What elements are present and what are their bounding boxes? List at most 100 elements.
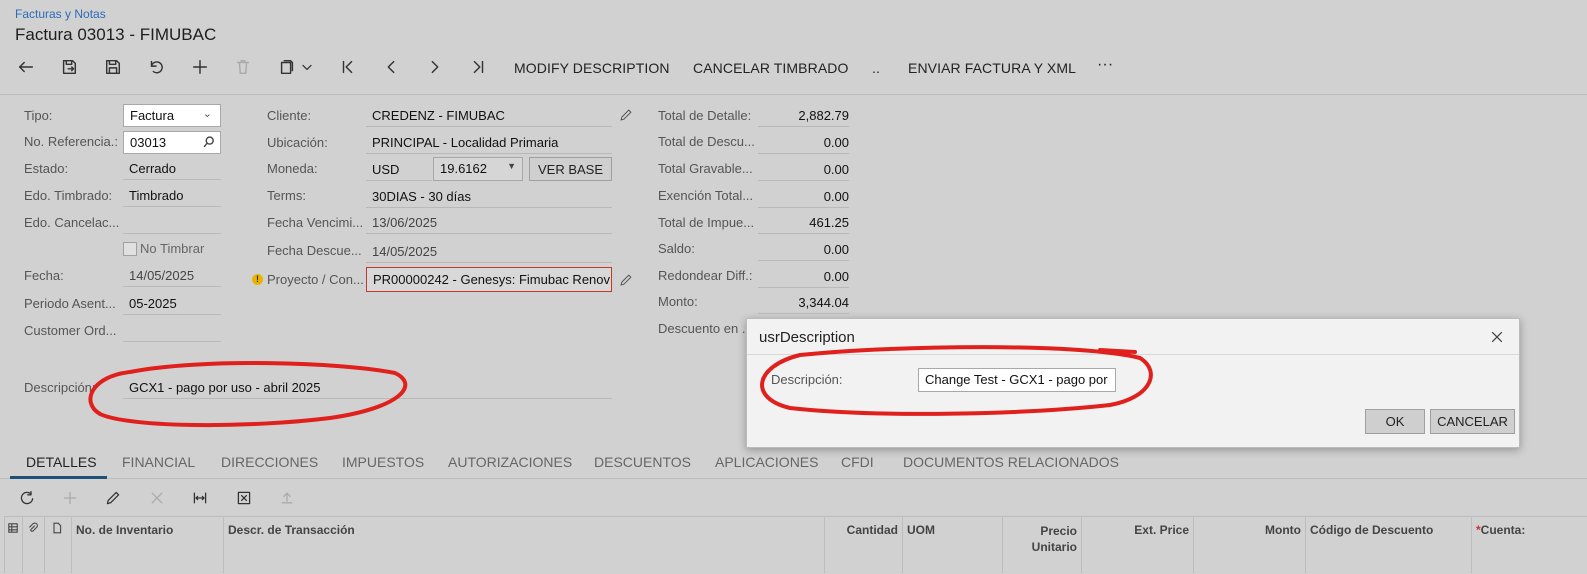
terms-label: Terms:	[267, 188, 306, 203]
saldo-label: Saldo:	[658, 241, 695, 256]
saldo-value: 0.00	[758, 242, 849, 261]
redondear-label: Redondear Diff.:	[658, 268, 753, 283]
save-close-icon[interactable]	[58, 56, 80, 78]
add-row-icon[interactable]	[59, 487, 81, 509]
edit-row-icon[interactable]	[102, 487, 124, 509]
dialog-title: usrDescription	[759, 329, 855, 346]
column-header-ext-price[interactable]: Ext. Price	[1081, 516, 1193, 573]
back-icon[interactable]	[15, 56, 37, 78]
column-header-descripcion[interactable]: Descr. de Transacción	[223, 516, 824, 573]
column-header-codigo-descuento[interactable]: Código de Descuento	[1305, 516, 1471, 573]
customer-order-value	[123, 323, 221, 342]
tab-direcciones[interactable]: DIRECCIONES	[221, 454, 318, 470]
redondear-value: 0.00	[758, 269, 849, 288]
no-timbrar-checkbox[interactable]	[123, 242, 137, 256]
upload-icon[interactable]	[276, 487, 298, 509]
first-record-icon[interactable]	[337, 56, 359, 78]
fecha-descuento-label: Fecha Descue...	[267, 243, 362, 258]
referencia-input[interactable]: 03013	[123, 131, 221, 154]
timbrado-value: Timbrado	[123, 188, 221, 207]
timbrado-label: Edo. Timbrado:	[24, 188, 113, 203]
column-header-uom[interactable]: UOM	[902, 516, 1002, 573]
description-dialog: usrDescription * Descripción: Change Tes…	[746, 318, 1520, 448]
fecha-label: Fecha:	[24, 268, 64, 283]
close-icon[interactable]	[1489, 329, 1509, 349]
delete-row-icon[interactable]	[146, 487, 168, 509]
tab-descuentos[interactable]: DESCUENTOS	[594, 454, 691, 470]
fecha-value: 14/05/2025	[123, 268, 221, 287]
column-header-precio-unitario[interactable]: Precio Unitario	[1002, 516, 1081, 573]
attachment-icon[interactable]	[22, 516, 44, 573]
edit-cliente-pencil-icon[interactable]	[619, 108, 633, 125]
chevron-down-icon[interactable]	[299, 56, 315, 78]
total-detalle-value: 2,882.79	[758, 108, 849, 127]
warning-icon: !	[252, 274, 263, 285]
last-record-icon[interactable]	[467, 56, 489, 78]
add-icon[interactable]	[189, 56, 211, 78]
more-actions-dots-button[interactable]: ..	[872, 60, 880, 76]
total-gravable-label: Total Gravable...	[658, 161, 753, 176]
proyecto-input[interactable]: PR00000242 - Genesys: Fimubac Renov	[366, 267, 612, 292]
periodo-label: Periodo Asent...	[24, 296, 116, 311]
tab-aplicaciones[interactable]: APLICACIONES	[715, 454, 818, 470]
cancelar-timbrado-button[interactable]: CANCELAR TIMBRADO	[693, 60, 848, 76]
tab-documentos-relacionados[interactable]: DOCUMENTOS RELACIONADOS	[903, 454, 1119, 470]
refresh-icon[interactable]	[16, 487, 38, 509]
export-excel-icon[interactable]	[233, 487, 255, 509]
clipboard-icon[interactable]	[276, 56, 298, 78]
tipo-value: Factura	[130, 108, 175, 123]
active-tab-indicator	[10, 476, 107, 479]
chevron-down-icon: ⌄	[202, 108, 212, 120]
dialog-descripcion-input[interactable]: Change Test - GCX1 - pago por	[918, 368, 1116, 392]
notes-icon[interactable]	[44, 516, 71, 573]
descripcion-label: Descripción:	[24, 380, 96, 395]
breadcrumb[interactable]: Facturas y Notas	[15, 7, 106, 21]
dialog-field-label: Descripción:	[771, 372, 843, 387]
column-header-inventario[interactable]: No. de Inventario	[71, 516, 223, 573]
undo-icon[interactable]	[145, 56, 167, 78]
ubicacion-label: Ubicación:	[267, 135, 328, 150]
moneda-value: USD	[366, 162, 432, 181]
column-header-cantidad[interactable]: Cantidad	[824, 516, 902, 573]
referencia-label: No. Referencia.:	[24, 134, 118, 149]
ok-button[interactable]: OK	[1365, 409, 1425, 434]
periodo-value: 05-2025	[123, 296, 221, 315]
column-header-cuenta[interactable]: *Cuenta:	[1471, 516, 1587, 573]
total-gravable-value: 0.00	[758, 162, 849, 181]
no-timbrar-label: No Timbrar	[140, 241, 205, 256]
dropdown-arrow-icon: ▼	[507, 161, 516, 171]
tab-financial[interactable]: FINANCIAL	[122, 454, 195, 470]
delete-icon[interactable]	[232, 56, 254, 78]
save-icon[interactable]	[102, 56, 124, 78]
cancelacion-value	[123, 215, 221, 234]
monto-value: 3,344.04	[758, 295, 849, 314]
exencion-value: 0.00	[758, 189, 849, 208]
enviar-factura-button[interactable]: ENVIAR FACTURA Y XML	[908, 60, 1076, 76]
tasa-value: 19.6162	[440, 161, 487, 176]
more-menu-button[interactable]: ···	[1097, 56, 1113, 74]
previous-record-icon[interactable]	[380, 56, 402, 78]
column-header-monto[interactable]: Monto	[1193, 516, 1305, 573]
cancel-button[interactable]: CANCELAR	[1430, 409, 1515, 434]
search-icon[interactable]	[202, 135, 216, 152]
row-settings-icon[interactable]	[4, 516, 22, 573]
cuenta-label: Cuenta:	[1480, 523, 1526, 537]
customer-order-label: Customer Ord...	[24, 323, 117, 338]
next-record-icon[interactable]	[424, 56, 446, 78]
fit-columns-icon[interactable]	[189, 487, 211, 509]
total-descuento-label: Total de Descu...	[658, 134, 755, 149]
tipo-select[interactable]: Factura ⌄	[123, 104, 221, 127]
fecha-descuento-value: 14/05/2025	[366, 244, 612, 263]
tab-detalles[interactable]: DETALLES	[26, 454, 97, 470]
tasa-select[interactable]: 19.6162 ▼	[433, 157, 523, 181]
tabs-divider	[0, 478, 1587, 479]
edit-proyecto-pencil-icon[interactable]	[619, 273, 633, 290]
modify-description-button[interactable]: MODIFY DESCRIPTION	[514, 60, 670, 76]
estado-value: Cerrado	[123, 161, 221, 180]
tab-cfdi[interactable]: CFDI	[841, 454, 874, 470]
total-impuesto-value: 461.25	[758, 215, 849, 234]
exencion-label: Exención Total...	[658, 188, 754, 203]
tab-autorizaciones[interactable]: AUTORIZACIONES	[448, 454, 572, 470]
tab-impuestos[interactable]: IMPUESTOS	[342, 454, 424, 470]
ver-base-button[interactable]: VER BASE	[529, 157, 612, 181]
